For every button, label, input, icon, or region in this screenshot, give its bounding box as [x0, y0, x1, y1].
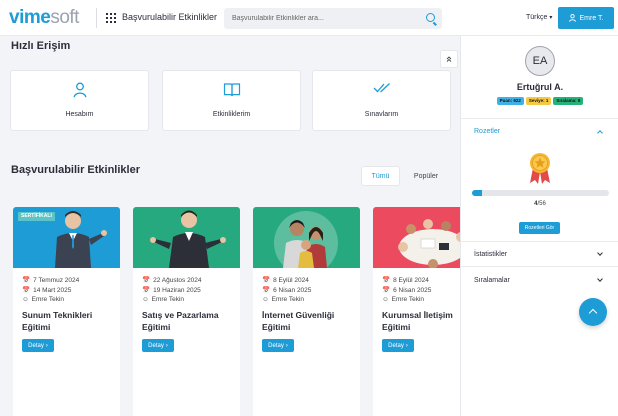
header-divider — [96, 8, 97, 28]
page-title: Başvurulabilir Etkinlikler — [122, 12, 218, 22]
event-title[interactable]: Satış ve Pazarlama Eğitimi — [142, 309, 234, 333]
chevron-up-icon[interactable] — [597, 130, 603, 136]
calendar-icon: 📅 — [22, 287, 31, 294]
chevron-down-icon[interactable] — [597, 276, 603, 282]
detail-button[interactable]: Detay › — [142, 339, 174, 352]
person-icon: ☺ — [142, 296, 149, 303]
badge-progress-fill — [472, 190, 482, 196]
chevron-down-icon[interactable] — [597, 250, 603, 256]
event-card[interactable]: 📅 8 Eylül 2024 📅 6 Nisan 2025 ☺ Emre Tekin … — [253, 207, 360, 416]
profile-panel: EA Ertuğrul A. Puan: 922 Seviye: 1 Sıral… — [460, 36, 618, 416]
chevron-right-icon: › — [405, 342, 408, 349]
divider — [461, 118, 618, 119]
calendar-icon: 📅 — [262, 277, 271, 284]
chevron-right-icon: › — [285, 342, 288, 349]
language-select[interactable]: Türkçe ▾ — [526, 14, 552, 21]
collapse-button[interactable] — [440, 50, 458, 68]
tab-popular[interactable]: Popüler — [405, 167, 447, 185]
double-chevron-up-icon — [446, 56, 452, 62]
user-stats-pills: Puan: 922 Seviye: 1 Sıralama: 8 — [461, 97, 618, 105]
quick-access-account[interactable]: Hesabım — [10, 70, 149, 131]
event-image: SERTİFİKALI — [13, 207, 120, 268]
apps-grid-icon[interactable] — [106, 13, 116, 23]
double-check-icon — [373, 83, 390, 93]
tab-all[interactable]: Tümü — [362, 167, 399, 185]
event-title[interactable]: Kurumsal İletişim Eğitimi — [382, 309, 460, 333]
search-icon[interactable] — [426, 13, 435, 22]
search-input[interactable] — [232, 11, 412, 26]
event-image — [253, 207, 360, 268]
book-icon — [223, 83, 240, 97]
event-card[interactable]: 📅 8 Eylül 2024 📅 6 Nisan 2025 ☺ Emre Tekin … — [373, 207, 460, 416]
person-icon — [73, 82, 86, 98]
event-image — [373, 207, 460, 268]
quick-access-events[interactable]: Etkinliklerim — [162, 70, 301, 131]
chevron-down-icon: ▾ — [549, 15, 553, 21]
view-badges-button[interactable]: Rozetleri Gör — [519, 222, 560, 234]
calendar-icon: 📅 — [262, 287, 271, 294]
calendar-icon: 📅 — [22, 277, 31, 284]
event-card[interactable]: 📅 22 Ağustos 2024 📅 19 Haziran 2025 ☺ Emre … — [133, 207, 240, 416]
divider — [461, 241, 618, 242]
logo[interactable]: vimesoft — [9, 7, 79, 29]
calendar-icon: 📅 — [382, 277, 391, 284]
quick-access-exams[interactable]: Sınavlarım — [312, 70, 451, 131]
badge-progress-bar — [472, 190, 609, 196]
meeting-illustration — [398, 219, 460, 268]
user-name: Ertuğrul A. — [516, 82, 564, 92]
badge-progress-text: 4/56 — [534, 201, 546, 207]
scroll-to-top-button[interactable] — [579, 298, 607, 326]
points-badge: Puan: 922 — [496, 97, 524, 105]
event-card[interactable]: SERTİFİKALI 📅 7 Temmuz 2024 📅 14 Mart 2025… — [13, 207, 120, 416]
rankings-section-title[interactable]: Sıralamalar — [474, 277, 510, 284]
person-icon: ☺ — [22, 296, 29, 303]
divider — [461, 266, 618, 267]
search-box — [224, 8, 442, 29]
person-icon: ☺ — [382, 296, 389, 303]
detail-button[interactable]: Detay › — [382, 339, 414, 352]
chevron-right-icon: › — [45, 342, 48, 349]
event-image — [133, 207, 240, 268]
avatar[interactable]: EA — [525, 46, 555, 76]
chevron-right-icon: › — [165, 342, 168, 349]
calendar-icon: 📅 — [382, 287, 391, 294]
detail-button[interactable]: Detay › — [22, 339, 54, 352]
quick-access-title: Hızlı Erişim — [11, 40, 71, 52]
user-menu-button[interactable]: Emre T. — [558, 7, 614, 29]
top-bar: vimesoft Başvurulabilir Etkinlikler Türk… — [0, 0, 618, 36]
family-illustration — [274, 211, 338, 268]
app-page: vimesoft Başvurulabilir Etkinlikler Türk… — [0, 0, 618, 416]
businessman-illustration — [150, 210, 226, 268]
calendar-icon: 📅 — [142, 277, 151, 284]
badges-section-title[interactable]: Rozetler — [474, 128, 500, 135]
event-title[interactable]: İnternet Güvenliği Eğitimi — [262, 309, 354, 333]
level-badge: Seviye: 1 — [525, 97, 552, 105]
statistics-section-title[interactable]: İstatistikler — [474, 251, 507, 258]
event-title[interactable]: Sunum Teknikleri Eğitimi — [22, 309, 114, 333]
person-icon: ☺ — [262, 296, 269, 303]
main-content: Hızlı Erişim Hesabım Etkinliklerim Sınav… — [0, 36, 460, 416]
calendar-icon: 📅 — [142, 287, 151, 294]
medal-icon — [530, 153, 550, 184]
detail-button[interactable]: Detay › — [262, 339, 294, 352]
certified-badge: SERTİFİKALI — [18, 212, 55, 221]
person-icon — [568, 14, 576, 22]
rank-badge: Sıralama: 8 — [553, 97, 584, 105]
events-title: Başvurulabilir Etkinlikler — [11, 164, 140, 176]
